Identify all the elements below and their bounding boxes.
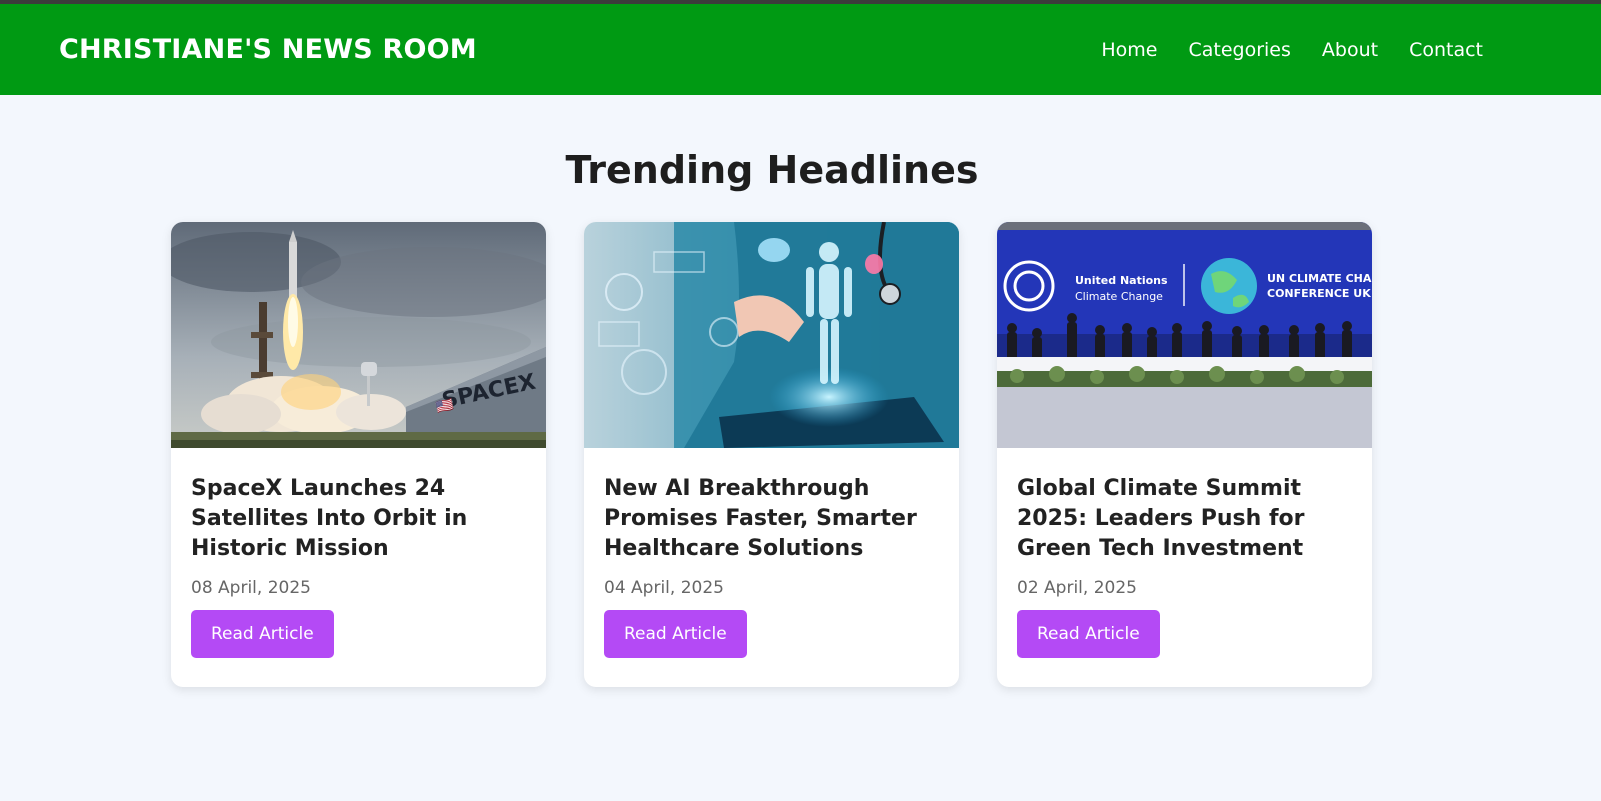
- rocket-launch-image: SPACEX 🇺🇸: [171, 222, 546, 448]
- nav-contact-link[interactable]: Contact: [1409, 39, 1483, 61]
- article-title[interactable]: New AI Breakthrough Promises Faster, Sma…: [604, 474, 939, 564]
- climate-summit-image: United Nations Climate Change UN CLIMATE…: [997, 222, 1372, 448]
- conference-title-text: UN CLIMATE CHANGE: [1267, 272, 1372, 285]
- article-title[interactable]: SpaceX Launches 24 Satellites Into Orbit…: [191, 474, 526, 564]
- read-article-button[interactable]: Read Article: [1017, 610, 1160, 658]
- nav-home-link[interactable]: Home: [1101, 39, 1157, 61]
- article-list: SPACEX 🇺🇸 SpaceX Launches 24 Satellites …: [171, 222, 1372, 687]
- article-card: United Nations Climate Change UN CLIMATE…: [997, 222, 1372, 687]
- main-nav: Home Categories About Contact: [1101, 39, 1483, 61]
- article-card: New AI Breakthrough Promises Faster, Sma…: [584, 222, 959, 687]
- article-date: 08 April, 2025: [191, 578, 311, 598]
- nav-categories-link[interactable]: Categories: [1188, 39, 1290, 61]
- nav-about-link[interactable]: About: [1322, 39, 1378, 61]
- read-article-button[interactable]: Read Article: [191, 610, 334, 658]
- conference-subtitle-text: CONFERENCE UK 2021: [1267, 287, 1372, 300]
- banner-subtitle-text: Climate Change: [1075, 290, 1163, 303]
- article-date: 04 April, 2025: [604, 578, 724, 598]
- article-card: SPACEX 🇺🇸 SpaceX Launches 24 Satellites …: [171, 222, 546, 687]
- site-brand[interactable]: CHRISTIANE'S NEWS ROOM: [59, 34, 477, 65]
- read-article-button[interactable]: Read Article: [604, 610, 747, 658]
- banner-title-text: United Nations: [1075, 274, 1168, 287]
- article-title[interactable]: Global Climate Summit 2025: Leaders Push…: [1017, 474, 1352, 564]
- article-date: 02 April, 2025: [1017, 578, 1137, 598]
- page-title: Trending Headlines: [565, 148, 979, 192]
- site-header: CHRISTIANE'S NEWS ROOM Home Categories A…: [0, 4, 1601, 95]
- ai-healthcare-image: [584, 222, 959, 448]
